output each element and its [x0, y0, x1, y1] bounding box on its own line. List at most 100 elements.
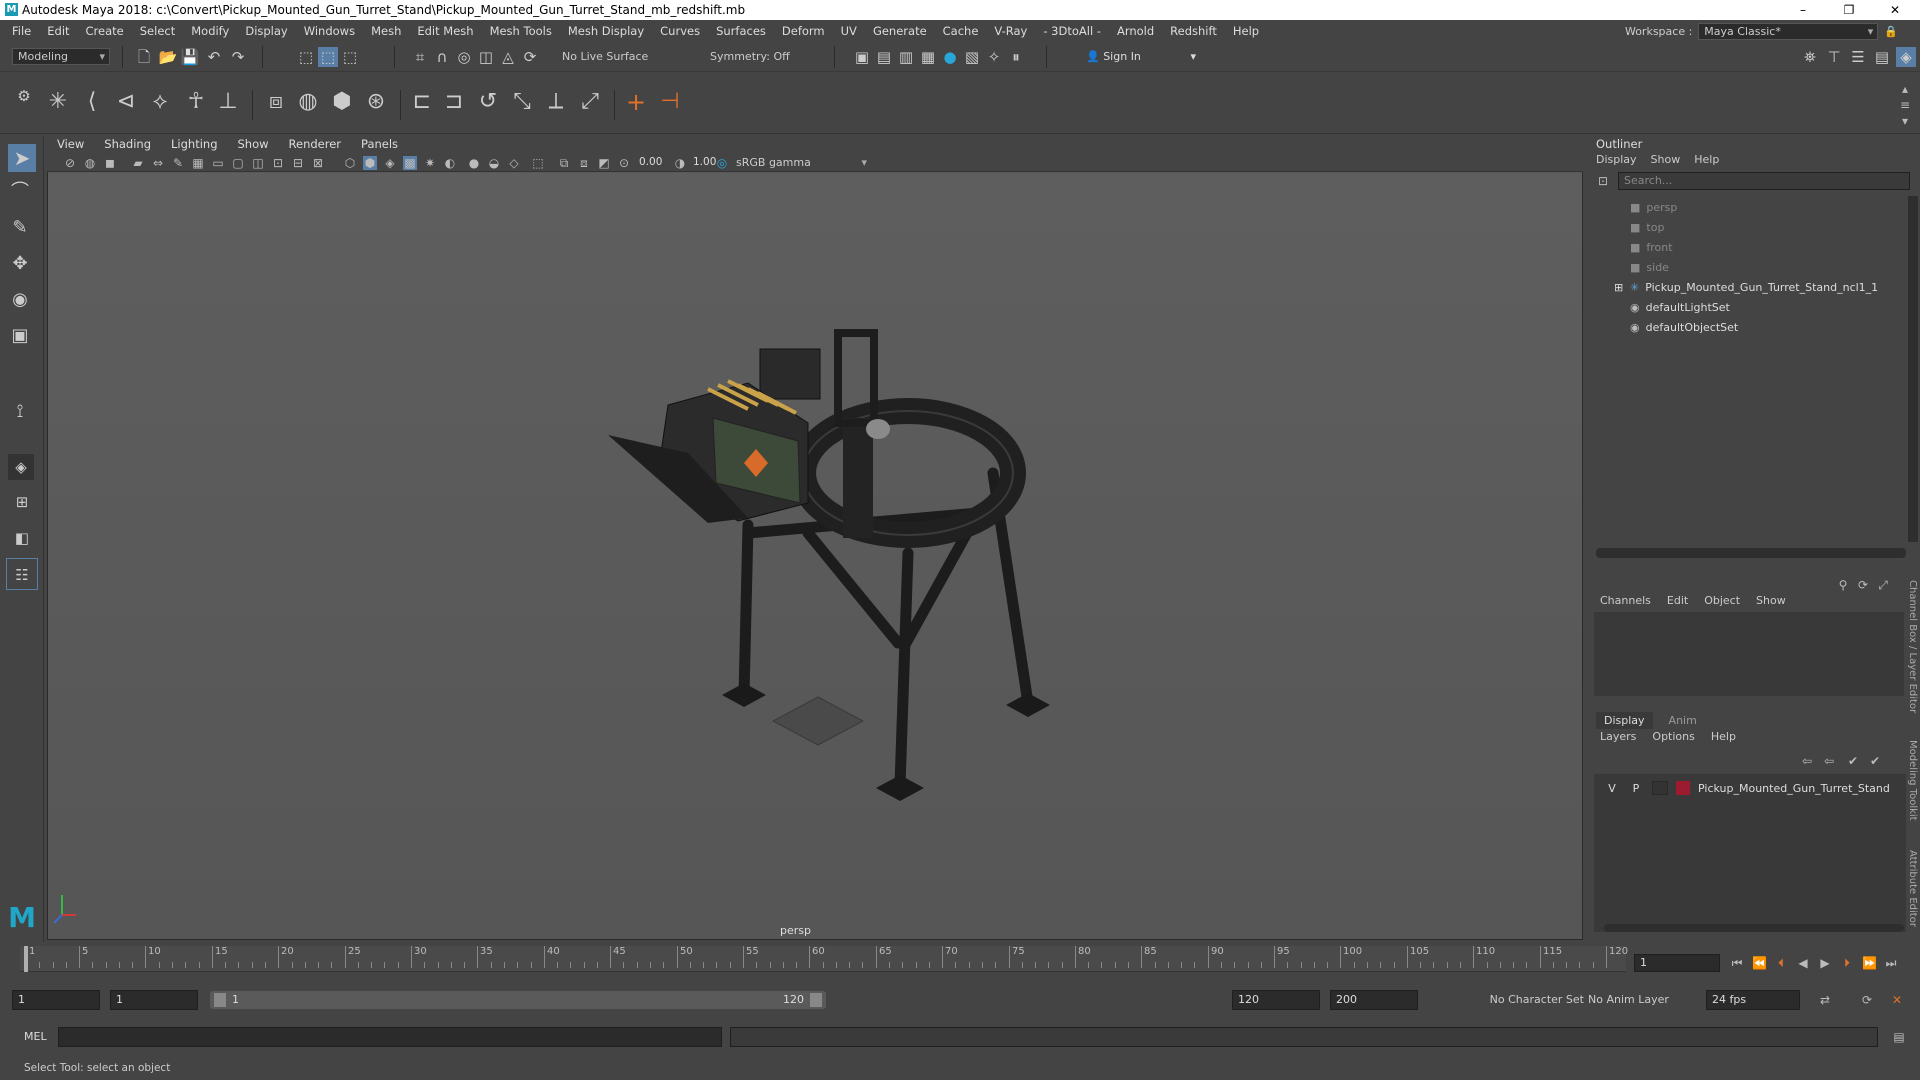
textured-icon[interactable]: ▩: [403, 156, 417, 170]
start-time-field[interactable]: 1: [12, 990, 100, 1010]
menu-display[interactable]: Display: [237, 24, 295, 38]
save-scene-icon[interactable]: 💾: [180, 47, 200, 67]
mel-label[interactable]: MEL: [24, 1030, 47, 1043]
side-tab-0[interactable]: Channel Box / Layer Editor: [1907, 580, 1918, 713]
snap-rotate-icon[interactable]: ⟳: [520, 47, 540, 67]
menu-mesh[interactable]: Mesh: [363, 24, 409, 38]
anim-start-field[interactable]: 1: [110, 990, 198, 1010]
layer-editor-icon[interactable]: ◈: [1896, 47, 1916, 67]
step-forward-key-icon[interactable]: ⏩: [1862, 956, 1877, 970]
channel-key-icon[interactable]: ⚲: [1836, 578, 1850, 592]
workspace-dropdown[interactable]: Maya Classic*: [1698, 23, 1879, 40]
menu-windows[interactable]: Windows: [296, 24, 363, 38]
render-frame-icon[interactable]: ▤: [874, 47, 894, 67]
menu-cache[interactable]: Cache: [935, 24, 987, 38]
menu-redshift[interactable]: Redshift: [1162, 24, 1225, 38]
viewport-canvas[interactable]: [48, 173, 1582, 939]
isolate-select-icon[interactable]: ⬚: [531, 156, 545, 170]
viewport-menu-view[interactable]: View: [47, 137, 94, 151]
outliner-menu-show[interactable]: Show: [1651, 153, 1681, 166]
character-set-dropdown[interactable]: No Character Set: [1440, 993, 1584, 1006]
outliner-vscrollbar[interactable]: [1908, 196, 1918, 542]
menu-file[interactable]: File: [4, 24, 39, 38]
menu-edit[interactable]: Edit: [39, 24, 77, 38]
grid-toggle-icon[interactable]: ▦: [191, 156, 205, 170]
layer-move-up-icon[interactable]: ⇦: [1800, 754, 1814, 768]
image-plane-icon[interactable]: ▰: [131, 156, 145, 170]
script-editor-icon[interactable]: ▤: [1892, 1030, 1906, 1044]
menu-generate[interactable]: Generate: [865, 24, 935, 38]
single-view-icon[interactable]: ◈: [8, 454, 34, 480]
close-button[interactable]: ✕: [1872, 0, 1918, 20]
outliner-item[interactable]: ◉ defaultLightSet: [1628, 298, 1730, 316]
anim-end-field[interactable]: 200: [1330, 990, 1418, 1010]
snap-grid-icon[interactable]: ⌗: [410, 47, 430, 67]
humanik-icon[interactable]: ☥: [186, 91, 206, 113]
tool-settings-icon[interactable]: ☰: [1848, 47, 1868, 67]
locator-icon[interactable]: +: [626, 90, 646, 114]
color-management-icon[interactable]: ◎: [715, 156, 729, 170]
channel-box-icon[interactable]: ▤: [1872, 47, 1892, 67]
last-tool-icon[interactable]: ⟟: [10, 402, 30, 422]
bookmark-icon[interactable]: ◼: [103, 156, 117, 170]
auto-key-icon[interactable]: ⟳: [1860, 993, 1874, 1007]
loop-icon[interactable]: ⇄: [1818, 993, 1832, 1007]
outliner-search-input[interactable]: Search...: [1618, 172, 1910, 190]
viewport-menu-panels[interactable]: Panels: [351, 137, 408, 151]
outliner-item[interactable]: ■ front: [1628, 238, 1673, 256]
go-to-end-icon[interactable]: ⏭: [1884, 956, 1898, 970]
constraint-orient-icon[interactable]: ↺: [478, 91, 498, 113]
select-tool-icon[interactable]: ➤: [8, 144, 36, 172]
layer-row[interactable]: V P Pickup_Mounted_Gun_Turret_Stand: [1604, 778, 1904, 798]
rotate-tool-icon[interactable]: ◉: [10, 290, 30, 310]
maximize-button[interactable]: ❐: [1826, 0, 1872, 20]
lights-icon[interactable]: ✷: [423, 156, 437, 170]
wireframe-icon[interactable]: ⬡: [343, 156, 357, 170]
two-view-icon[interactable]: ◧: [8, 524, 36, 552]
2d-pan-icon[interactable]: ⇔: [151, 156, 165, 170]
constraint-parent-icon[interactable]: ⟂: [546, 91, 566, 113]
channel-pin-icon[interactable]: ⤢: [1876, 578, 1890, 592]
render-setup-icon[interactable]: ▧: [962, 47, 982, 67]
pause-icon[interactable]: ⏸: [1006, 47, 1026, 67]
new-layer-selected-icon[interactable]: ✔: [1868, 754, 1882, 768]
skeleton-icon[interactable]: ⊥: [218, 91, 238, 113]
redo-icon[interactable]: ↷: [228, 47, 248, 67]
snap-curve-icon[interactable]: ∩: [432, 47, 452, 67]
menu-uv[interactable]: UV: [833, 24, 865, 38]
wireframe-on-shaded-icon[interactable]: ◈: [383, 156, 397, 170]
sign-in-button[interactable]: 👤 Sign In ▾: [1086, 48, 1198, 66]
side-tab-2[interactable]: Attribute Editor: [1907, 850, 1918, 927]
snap-surface-icon[interactable]: ◬: [498, 47, 518, 67]
range-bar[interactable]: 1 120: [210, 991, 826, 1009]
attribute-editor-icon[interactable]: ⊤: [1824, 47, 1844, 67]
shelf-options-icon[interactable]: ⚙: [14, 86, 34, 106]
step-back-key-icon[interactable]: ⏪: [1752, 956, 1767, 970]
grease-pencil-icon[interactable]: ✎: [171, 156, 185, 170]
ik-spline-icon[interactable]: ⊲: [116, 91, 136, 113]
constraint-scale-icon[interactable]: ⤡: [512, 91, 532, 113]
outliner-layout-icon[interactable]: ☷: [6, 558, 38, 590]
time-slider[interactable]: 1 5 10 15 20 25 30 35 40 45 50 55 60 65 70 75 80 85 90 95 10…: [0, 942, 1920, 978]
live-surface-field[interactable]: No Live Surface: [562, 50, 648, 63]
layer-visibility-toggle[interactable]: V: [1604, 782, 1620, 795]
exposure-icon[interactable]: ⊙: [617, 156, 631, 170]
menu-curves[interactable]: Curves: [652, 24, 708, 38]
layer-hscrollbar[interactable]: [1604, 924, 1904, 932]
wrap-icon[interactable]: ⬢: [332, 91, 352, 113]
layer-menu-layers[interactable]: Layers: [1600, 730, 1636, 743]
menu-deform[interactable]: Deform: [774, 24, 833, 38]
menu-edit-mesh[interactable]: Edit Mesh: [409, 24, 481, 38]
resolution-gate-icon[interactable]: ▢: [231, 156, 245, 170]
camera-attr-icon[interactable]: ◍: [83, 156, 97, 170]
ambient-occlusion-icon[interactable]: ●: [467, 156, 481, 170]
film-gate-icon[interactable]: ▭: [211, 156, 225, 170]
safe-title-icon[interactable]: ⊠: [311, 156, 325, 170]
end-time-field[interactable]: 120: [1232, 990, 1320, 1010]
menu-help[interactable]: Help: [1225, 24, 1267, 38]
shelf-menu-icon[interactable]: ≡: [1898, 98, 1912, 112]
joint-tool-icon[interactable]: ✳: [48, 91, 68, 113]
camera-select-icon[interactable]: ⊘: [63, 156, 77, 170]
open-scene-icon[interactable]: 📂: [158, 47, 178, 67]
anti-alias-icon[interactable]: ◇: [507, 156, 521, 170]
